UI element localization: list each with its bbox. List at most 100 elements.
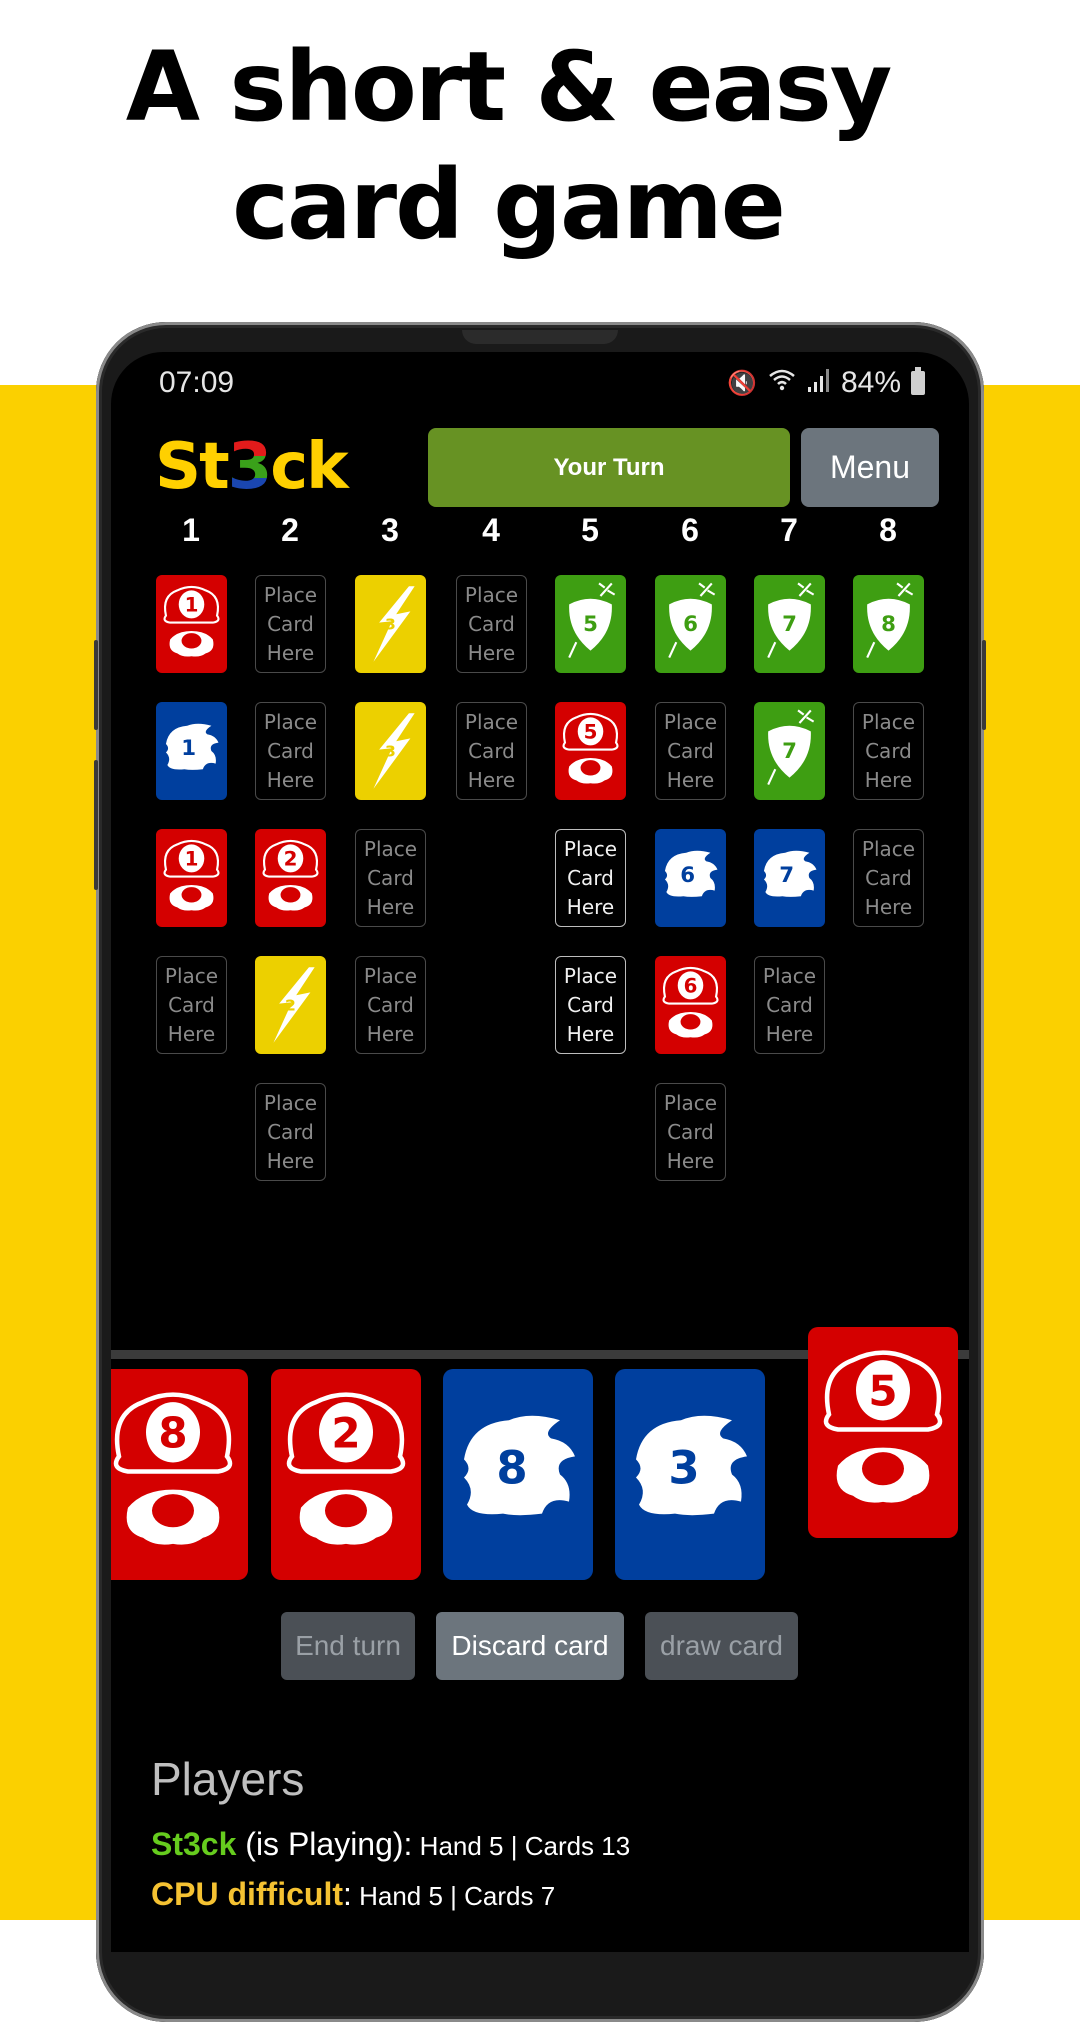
slot-label: Card	[567, 866, 614, 890]
slot-label: Here	[366, 895, 415, 919]
slot-label: Card	[468, 739, 515, 763]
board-card-green-6[interactable]: 6	[655, 575, 726, 673]
svg-text:6: 6	[680, 862, 695, 887]
battery-percent: 84%	[840, 366, 901, 399]
board-card-red-1[interactable]: 1	[156, 829, 227, 927]
place-card-slot[interactable]: Place Card Here	[456, 702, 527, 800]
slot-label: Card	[267, 612, 314, 636]
slot-label: Card	[667, 1120, 714, 1144]
place-card-slot[interactable]: Place Card Here	[355, 956, 426, 1054]
hand-card-blue-3[interactable]: 3	[615, 1369, 765, 1580]
column-number: 1	[182, 512, 200, 548]
board-card-red-5[interactable]: 5	[555, 702, 626, 800]
board-card-red-2[interactable]: 2	[255, 829, 326, 927]
slot-label: Place	[663, 710, 718, 734]
board-card-blue-6[interactable]: 6	[655, 829, 726, 927]
slot-label: Card	[367, 866, 414, 890]
logo-prefix: St	[155, 430, 230, 504]
column-number: 7	[780, 512, 798, 548]
slot-label: Place	[762, 964, 817, 988]
board-card-green-5[interactable]: 5	[555, 575, 626, 673]
phone-volume-button	[94, 640, 98, 730]
svg-text:3: 3	[668, 1441, 699, 1494]
svg-text:8: 8	[158, 1408, 187, 1457]
place-card-slot[interactable]: Place Card Here	[355, 829, 426, 927]
board-card-yellow-3[interactable]: 3	[355, 702, 426, 800]
svg-text:3: 3	[385, 616, 396, 634]
player-stats: Hand 5 | Cards 7	[351, 1881, 556, 1911]
discard-card-button[interactable]: Discard card	[436, 1612, 624, 1680]
mute-vibrate-icon: 🔇	[727, 369, 757, 397]
svg-text:7: 7	[782, 738, 797, 763]
place-card-slot[interactable]: Place Card Here	[555, 829, 626, 927]
slot-label: Here	[167, 1022, 216, 1046]
place-card-slot[interactable]: Place Card Here	[754, 956, 825, 1054]
slot-label: Card	[267, 1120, 314, 1144]
hand-card-blue-8[interactable]: 8	[443, 1369, 593, 1580]
svg-text:5: 5	[583, 611, 598, 636]
player-status: (is Playing):	[236, 1826, 413, 1862]
svg-text:7: 7	[779, 862, 794, 887]
logo-three: 3	[227, 430, 273, 504]
place-card-slot[interactable]: Place Card Here	[655, 1083, 726, 1181]
slot-label: Here	[566, 895, 615, 919]
app-logo: St3ck	[155, 427, 349, 507]
board-card-red-6[interactable]: 6	[655, 956, 726, 1054]
place-card-slot[interactable]: Place Card Here	[853, 829, 924, 927]
slot-label: Place	[861, 710, 916, 734]
place-card-slot[interactable]: Place Card Here	[255, 1083, 326, 1181]
place-card-slot[interactable]: Place Card Here	[853, 702, 924, 800]
slot-label: Here	[467, 641, 516, 665]
slot-label: Here	[266, 768, 315, 792]
board-card-blue-1[interactable]: 1	[156, 702, 227, 800]
place-card-slot[interactable]: Place Card Here	[156, 956, 227, 1054]
place-card-slot[interactable]: Place Card Here	[655, 702, 726, 800]
hand-card-red-8[interactable]: 8	[111, 1369, 248, 1580]
slot-label: Here	[765, 1022, 814, 1046]
column-number: 2	[281, 512, 299, 548]
slot-label: Here	[266, 641, 315, 665]
menu-button[interactable]: Menu	[801, 428, 939, 507]
player-name: CPU difficult	[151, 1876, 343, 1912]
place-card-slot[interactable]: Place Card Here	[456, 575, 527, 673]
slot-label: Card	[865, 866, 912, 890]
slot-label: Card	[168, 993, 215, 1017]
board-card-green-7[interactable]: 7	[754, 702, 825, 800]
board-card-red-1[interactable]: 1	[156, 575, 227, 673]
hand-card-red-5[interactable]: 5	[808, 1327, 958, 1538]
slot-label: Here	[566, 1022, 615, 1046]
slot-label: Place	[464, 583, 519, 607]
signal-icon	[807, 367, 831, 400]
headline-line-2: card game	[232, 149, 786, 261]
place-card-slot[interactable]: Place Card Here	[555, 956, 626, 1054]
svg-text:1: 1	[181, 735, 196, 760]
board-card-yellow-2[interactable]: 2	[255, 956, 326, 1054]
phone-power-button	[982, 640, 986, 730]
your-turn-indicator[interactable]: Your Turn	[428, 428, 790, 507]
status-time: 07:09	[159, 366, 235, 399]
board-card-blue-7[interactable]: 7	[754, 829, 825, 927]
place-card-slot[interactable]: Place Card Here	[255, 575, 326, 673]
slot-label: Card	[367, 993, 414, 1017]
slot-label: Card	[567, 993, 614, 1017]
phone-speaker	[462, 330, 618, 344]
board-card-green-8[interactable]: 8	[853, 575, 924, 673]
draw-card-button[interactable]: draw card	[645, 1612, 798, 1680]
slot-label: Place	[663, 1091, 718, 1115]
board-card-green-7[interactable]: 7	[754, 575, 825, 673]
column-number: 4	[482, 512, 500, 548]
end-turn-button[interactable]: End turn	[281, 1612, 415, 1680]
phone-screen: 07:09 🔇 84% St3ck Your Turn Menu 1234567…	[111, 352, 969, 1952]
slot-label: Place	[563, 964, 618, 988]
slot-label: Place	[464, 710, 519, 734]
place-card-slot[interactable]: Place Card Here	[255, 702, 326, 800]
player-status: :	[342, 1876, 352, 1912]
slot-label: Here	[366, 1022, 415, 1046]
slot-label: Card	[766, 993, 813, 1017]
board-card-yellow-3[interactable]: 3	[355, 575, 426, 673]
hand-card-red-2[interactable]: 2	[271, 1369, 421, 1580]
slot-label: Here	[666, 1149, 715, 1173]
players-heading: Players	[151, 1753, 305, 1805]
slot-label: Here	[864, 895, 913, 919]
slot-label: Card	[667, 739, 714, 763]
